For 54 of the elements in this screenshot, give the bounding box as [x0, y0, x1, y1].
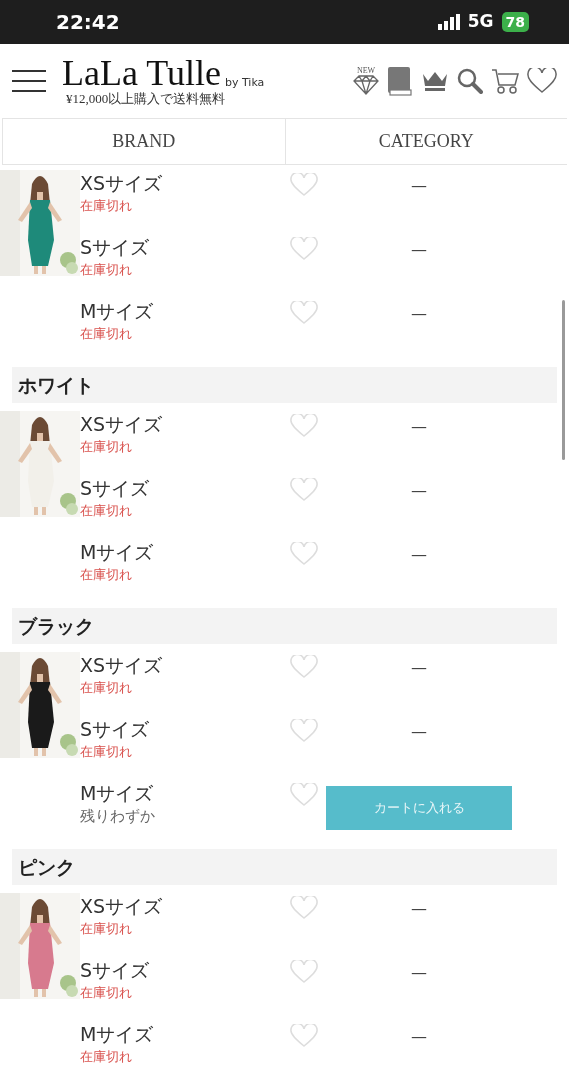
stock-status: 在庫切れ [80, 679, 133, 697]
unavailable-mark: — [410, 721, 428, 743]
logo-text[interactable]: LaLa Tulle [62, 55, 221, 91]
size-label: Sサイズ [80, 717, 151, 742]
stock-status: 在庫切れ [80, 984, 133, 1002]
unavailable-mark: — [410, 962, 428, 984]
unavailable-mark: — [410, 657, 428, 679]
unavailable-mark: — [410, 544, 428, 566]
favorite-icon[interactable] [527, 68, 557, 94]
unavailable-mark: — [410, 1026, 428, 1048]
color-heading: ピンク [12, 849, 557, 885]
unavailable-mark: — [410, 303, 428, 325]
stock-status: 在庫切れ [80, 920, 133, 938]
logo-suffix: by Tika [225, 74, 265, 91]
size-label: Mサイズ [80, 781, 155, 806]
size-label: XSサイズ [80, 894, 164, 919]
stock-status: 在庫切れ [80, 1048, 133, 1066]
color-heading: ブラック [12, 608, 557, 644]
color-heading: ホワイト [12, 367, 557, 403]
crown-icon[interactable] [421, 70, 449, 92]
stock-status: 在庫切れ [80, 261, 133, 279]
stock-status: 在庫切れ [80, 197, 133, 215]
size-label: Sサイズ [80, 476, 151, 501]
signal-icon [437, 14, 460, 30]
battery-level: 78 [501, 12, 529, 32]
new-label: NEW [356, 67, 376, 75]
size-label: XSサイズ [80, 412, 164, 437]
unavailable-mark: — [410, 480, 428, 502]
unavailable-mark: — [410, 416, 428, 438]
scrollbar[interactable] [562, 300, 565, 460]
menu-icon[interactable] [12, 69, 46, 93]
stock-status: 在庫切れ [80, 502, 133, 520]
diamond-icon[interactable] [353, 75, 379, 95]
size-label: Mサイズ [80, 540, 155, 565]
unavailable-mark: — [410, 239, 428, 261]
size-label: XSサイズ [80, 653, 164, 678]
search-icon[interactable] [457, 68, 483, 94]
unavailable-mark: — [410, 898, 428, 920]
stock-status: 在庫切れ [80, 438, 133, 456]
size-label: Sサイズ [80, 235, 151, 260]
stock-status: 残りわずか [80, 806, 156, 826]
shipping-notice: ¥12,000以上購入で送料無料 [66, 91, 227, 107]
cart-icon[interactable] [491, 68, 519, 94]
status-time: 22:42 [56, 9, 120, 36]
stock-status: 在庫切れ [80, 743, 133, 761]
book-icon[interactable] [387, 66, 413, 96]
size-label: Mサイズ [80, 299, 155, 324]
network-label: 5G [467, 10, 494, 34]
stock-status: 在庫切れ [80, 566, 133, 584]
size-label: Mサイズ [80, 1022, 155, 1047]
size-label: XSサイズ [80, 171, 164, 196]
size-label: Sサイズ [80, 958, 151, 983]
stock-status: 在庫切れ [80, 325, 133, 343]
unavailable-mark: — [410, 175, 428, 197]
